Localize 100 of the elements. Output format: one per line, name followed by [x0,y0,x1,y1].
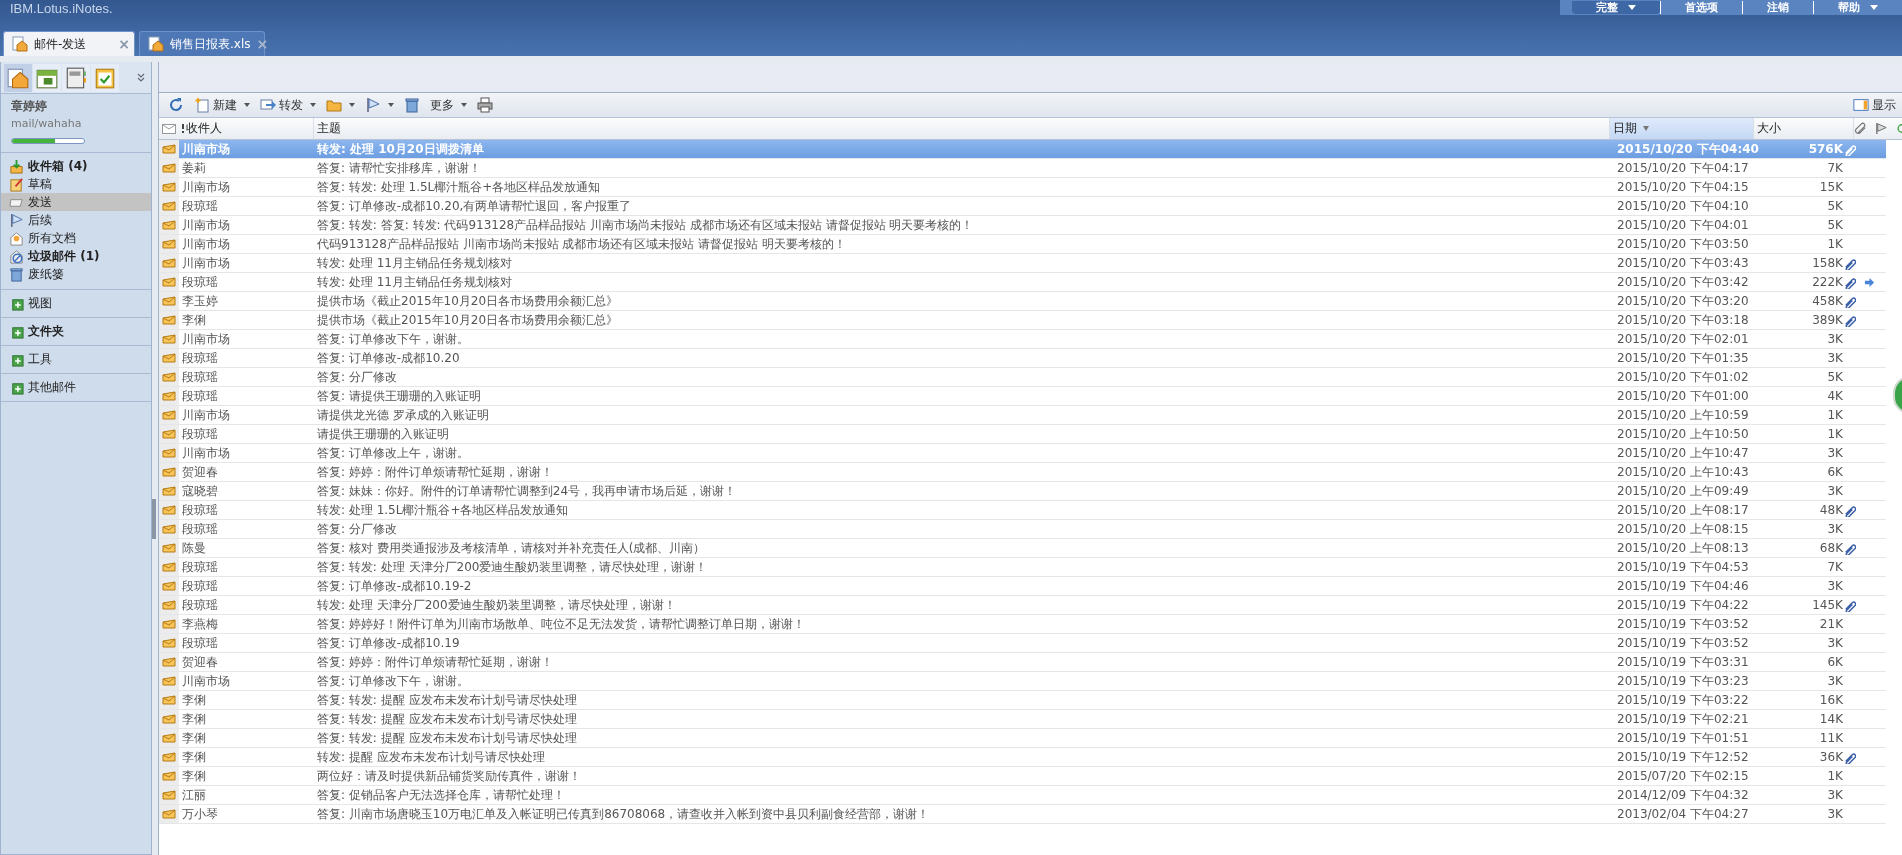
message-row[interactable]: 段琼瑶 答复: 转发: 处理 天津分厂200爱迪生酸奶装里调整，请尽快处理，谢谢！ 2015/10/19 下午04:53 7K [159,558,1886,577]
sidebar-section[interactable]: 文件夹 [1,318,151,346]
date-cell-text: 2014/12/09 下午04:32 [1616,786,1750,804]
message-row[interactable]: 段琼瑶 答复: 分厂修改 2015/10/20 下午01:02 5K [159,368,1886,387]
message-row[interactable]: 贺迎春 答复: 婷婷：附件订单烦请帮忙延期，谢谢！ 2015/10/19 下午03:31 6K [159,653,1886,672]
menu-link[interactable]: 首选项 [1660,1,1742,14]
column-header[interactable]: 大小 [1754,118,1854,139]
message-row[interactable]: 川南市场 答复: 订单修改上午，谢谢。 2015/10/20 上午10:47 3K [159,444,1886,463]
message-row[interactable]: 李俐 答复: 转发: 提醒 应发布未发布计划号请尽快处理 2015/10/19 下午01:51 11K [159,729,1886,748]
message-row[interactable]: 段琼瑶 答复: 订单修改-成都10.19-2 2015/10/19 下午04:46 3K [159,577,1886,596]
forward-icon [260,97,276,113]
recipient-cell-text: 贺迎春 [181,463,219,481]
toolbar-button[interactable]: 更多 [425,94,472,116]
message-row[interactable]: 李俐 两位好：请及时提供新品铺货奖励传真件，谢谢！ 2015/07/20 下午02:15 1K [159,767,1886,786]
address-book-icon[interactable] [62,63,90,92]
message-row[interactable]: 川南市场 答复: 转发: 答复: 转发: 代码913128产品样品报站 川南市场尚未报站 成都市场还有区域未报站 请督促报站 明天要考核的！ 2015/10/20 下午04:01 5K [159,216,1886,235]
subject-cell-text: 答复: 婷婷：附件订单烦请帮忙延期，谢谢！ [316,653,554,671]
message-row[interactable]: 姜莉 答复: 请帮忙安排移库，谢谢！ 2015/10/20 下午04:17 7K [159,159,1886,178]
task-icon[interactable] [91,63,119,92]
message-row[interactable]: 段琼瑶 转发: 处理 11月主销品任务规划核对 2015/10/20 下午03:42 222K [159,273,1886,292]
size-cell: 3K [1827,484,1843,498]
message-row[interactable]: 李俐 答复: 转发: 提醒 应发布未发布计划号请尽快处理 2015/10/19 下午02:21 14K [159,710,1886,729]
envelope-icon [162,123,176,134]
column-header[interactable]: 主题 [313,118,1610,139]
message-row[interactable]: 川南市场 答复: 转发: 处理 1.5L椰汁瓶谷+各地区样品发放通知 2015/10/20 下午04:15 15K [159,178,1886,197]
date-cell-text: 2015/10/19 下午03:22 [1616,691,1750,709]
message-row[interactable]: 段琼瑶 答复: 订单修改-成都10.20,有两单请帮忙退回，客户报重了 2015/10/20 下午04:10 5K [159,197,1886,216]
size-cell: 7K [1827,560,1843,574]
folder-item[interactable]: 后续 [1,211,151,229]
message-row[interactable]: 段琼瑶 答复: 订单修改-成都10.20 2015/10/20 下午01:35 3K [159,349,1886,368]
size-cell: 11K [1819,731,1843,745]
size-cell: 3K [1827,579,1843,593]
recipient-cell-text: 段琼瑶 [181,596,219,614]
message-row[interactable]: 段琼瑶 答复: 订单修改-成都10.19 2015/10/19 下午03:52 3K [159,634,1886,653]
calendar-icon[interactable] [33,63,61,92]
size-cell: 1K [1827,769,1843,783]
date-cell-text: 2015/10/20 下午03:18 [1616,311,1750,329]
message-row[interactable]: 李俐 提供市场《截止2015年10月20日各市场费用余额汇总》 2015/10/20 下午03:18 389K [159,311,1886,330]
folder-item[interactable]: 收件箱 (4) [1,157,151,175]
message-row[interactable]: 陈曼 答复: 核对 费用类通报涉及考核清单，请核对并补充责任人(成都、川南） 2015/10/20 上午08:13 68K [159,539,1886,558]
date-cell-text: 2015/10/19 下午12:52 [1616,748,1750,766]
sidebar-section[interactable]: 工具 [1,346,151,374]
message-row[interactable]: 李燕梅 答复: 婷婷好！附件订单为川南市场散单、吨位不足无法发货，请帮忙调整订单日期，谢谢！ 2015/10/19 下午03:52 21K [159,615,1886,634]
folder-item[interactable]: 草稿 [1,175,151,193]
message-row[interactable]: 段琼瑶 转发: 处理 1.5L椰汁瓶谷+各地区样品发放通知 2015/10/20 上午08:17 48K [159,501,1886,520]
sort-descending-icon [1642,126,1649,131]
subject-cell-text: 答复: 转发: 提醒 应发布未发布计划号请尽快处理 [316,710,578,728]
column-header[interactable]: 日期 [1609,118,1755,139]
folder-item[interactable]: 发送 [1,193,151,211]
sidebar-section[interactable]: 其他邮件 [1,374,151,402]
message-row[interactable]: 寇晓碧 答复: 妹妹：你好。附件的订单请帮忙调整到24号，我再申请市场后延，谢谢！ 2015/10/20 上午09:49 3K [159,482,1886,501]
mail-icon[interactable] [4,63,32,92]
recipient-cell-text: 姜莉 [181,159,207,177]
toolbar-button[interactable]: 转发 [255,94,321,116]
message-row[interactable]: 段琼瑶 请提供王珊珊的入账证明 2015/10/20 上午10:50 1K [159,425,1886,444]
envelope-icon [162,239,176,249]
message-row[interactable]: 川南市场 答复: 订单修改下午，谢谢。 2015/10/20 下午02:01 3K [159,330,1886,349]
envelope-icon [162,467,176,477]
message-row[interactable]: 段琼瑶 答复: 分厂修改 2015/10/20 上午08:15 3K [159,520,1886,539]
flag-icon [1875,122,1888,135]
message-row[interactable]: 川南市场 请提供龙光德 罗承成的入账证明 2015/10/20 上午10:59 1K [159,406,1886,425]
message-row[interactable]: 川南市场 代码913128产品样品报站 川南市场尚未报站 成都市场还有区域未报站 请督促报站 明天要考核的！ 2015/10/20 下午03:50 1K [159,235,1886,254]
message-row[interactable]: 江丽 答复: 促销品客户无法选择仓库，请帮忙处理！ 2014/12/09 下午04:32 3K [159,786,1886,805]
size-cell: 145K [1812,598,1843,612]
subject-cell-text: 答复: 分厂修改 [316,520,398,538]
message-row[interactable]: 川南市场 转发: 处理 11月主销品任务规划核对 2015/10/20 下午03:43 158K [159,254,1886,273]
sidebar-section[interactable]: 视图 [1,290,151,318]
document-icon [12,36,28,52]
display-toggle[interactable]: 显示 [1847,95,1902,115]
menu-dropdown[interactable]: 帮助 [1813,1,1902,14]
folder-item[interactable]: 垃圾邮件 (1) [1,247,151,265]
refresh-icon [168,97,184,113]
chevron-down-icon[interactable] [137,72,145,83]
menu-link[interactable]: 注销 [1742,1,1813,14]
splitter-handle[interactable] [152,498,156,539]
date-cell-text: 2015/10/20 下午02:01 [1616,330,1750,348]
tab[interactable]: 邮件-发送 × [3,31,135,56]
plus-icon [9,296,24,311]
toolbar-button[interactable]: 新建 [189,94,255,116]
message-row[interactable]: 李玉婷 提供市场《截止2015年10月20日各市场费用余额汇总》 2015/10/20 下午03:20 458K [159,292,1886,311]
size-cell: 5K [1827,370,1843,384]
tab[interactable]: 销售日报表.xls × [139,31,265,56]
size-cell: 3K [1827,807,1843,821]
recipient-cell-text: 李俐 [181,691,207,709]
message-row[interactable]: 川南市场 答复: 订单修改下午，谢谢。 2015/10/19 下午03:23 3K [159,672,1886,691]
folder-icon [326,97,342,113]
message-row[interactable]: 段琼瑶 答复: 请提供王珊珊的入账证明 2015/10/20 下午01:00 4K [159,387,1886,406]
message-row[interactable]: 李俐 答复: 转发: 提醒 应发布未发布计划号请尽快处理 2015/10/19 下午03:22 16K [159,691,1886,710]
mail-file-path: mail/wahaha [11,117,83,130]
message-row[interactable]: 万小琴 答复: 川南市场唐晓玉10万电汇单及入帐证明已传真到86708068，请查收并入帐到资中县贝利副食经营部，谢谢！ 2013/02/04 下午04:27 3K [159,805,1886,824]
message-row[interactable]: 李俐 转发: 提醒 应发布未发布计划号请尽快处理 2015/10/19 下午12:52 36K [159,748,1886,767]
menu-dropdown[interactable]: 完整 [1572,1,1660,14]
message-row[interactable]: 段琼瑶 转发: 处理 天津分厂200爱迪生酸奶装里调整，请尽快处理，谢谢！ 2015/10/19 下午04:22 145K [159,596,1886,615]
folder-item[interactable]: 所有文档 [1,229,151,247]
envelope-icon [162,353,176,363]
column-header[interactable]: 收件人 [179,118,314,139]
folder-item[interactable]: 废纸篓 [1,265,151,283]
subject-cell-text: 转发: 提醒 应发布未发布计划号请尽快处理 [316,748,546,766]
message-row[interactable]: 贺迎春 答复: 婷婷：附件订单烦请帮忙延期，谢谢！ 2015/10/20 上午10:43 6K [159,463,1886,482]
print-icon [477,97,493,113]
